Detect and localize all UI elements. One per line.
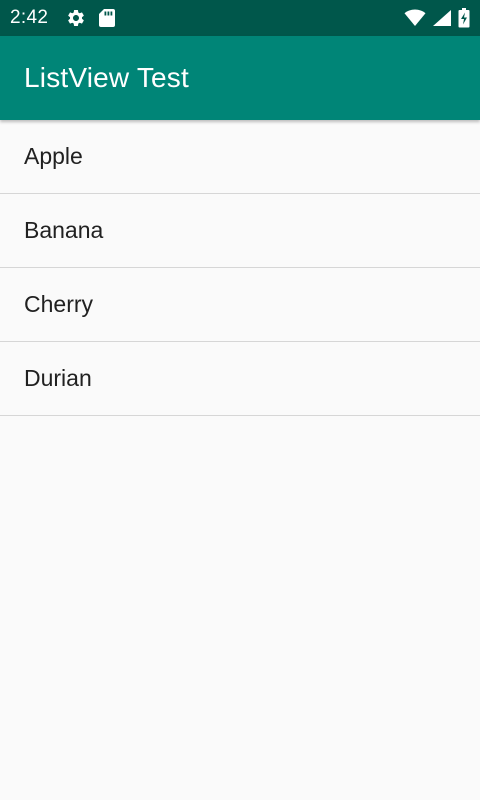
app-title: ListView Test bbox=[24, 62, 189, 93]
settings-icon bbox=[66, 8, 86, 28]
list-item[interactable]: Durian bbox=[0, 342, 480, 416]
list-item-label: Durian bbox=[24, 365, 92, 391]
status-notification-icons bbox=[66, 8, 116, 28]
list-item-label: Apple bbox=[24, 143, 83, 169]
list-item[interactable]: Apple bbox=[0, 120, 480, 194]
sd-card-icon bbox=[98, 8, 116, 28]
list-item-label: Banana bbox=[24, 217, 104, 243]
app-bar: ListView Test bbox=[0, 36, 480, 120]
list-item-label: Cherry bbox=[24, 291, 94, 317]
battery-charging-icon bbox=[458, 8, 470, 28]
cell-signal-icon bbox=[432, 9, 452, 27]
list-item[interactable]: Banana bbox=[0, 194, 480, 268]
status-system-icons bbox=[404, 8, 470, 28]
fruit-list: Apple Banana Cherry Durian bbox=[0, 120, 480, 416]
status-bar: 2:42 bbox=[0, 0, 480, 36]
wifi-icon bbox=[404, 9, 426, 27]
status-time: 2:42 bbox=[10, 7, 49, 28]
list-item[interactable]: Cherry bbox=[0, 268, 480, 342]
